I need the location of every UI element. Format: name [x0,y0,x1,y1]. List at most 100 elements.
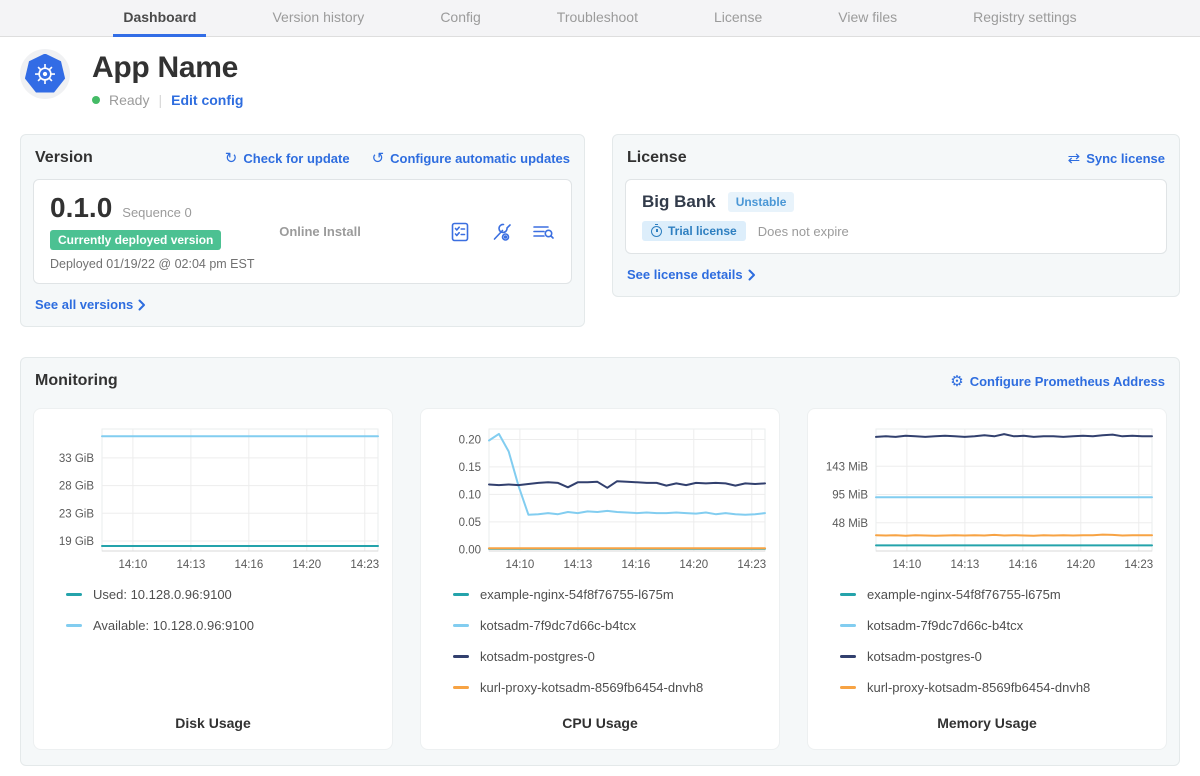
legend-swatch-icon [840,593,856,596]
svg-text:23 GiB: 23 GiB [59,508,94,520]
monitoring-title: Monitoring [35,372,118,390]
page-title: App Name [92,51,243,85]
svg-text:0.00: 0.00 [459,544,481,556]
svg-text:14:16: 14:16 [234,559,263,571]
preflight-checks-icon[interactable] [449,221,471,243]
svg-text:14:13: 14:13 [950,559,979,571]
tab-license[interactable]: License [704,0,772,37]
legend-label: kotsadm-postgres-0 [480,649,595,664]
legend-item: example-nginx-54f8f76755-l675m [453,587,767,602]
kubernetes-icon [25,54,66,95]
legend-swatch-icon [453,686,469,689]
gear-icon: ⚙ [950,374,963,389]
view-logs-icon[interactable] [531,221,555,243]
check-for-update-link[interactable]: ↻ Check for update [225,151,350,166]
svg-text:14:23: 14:23 [350,559,379,571]
current-version-card: 0.1.0 Sequence 0 Currently deployed vers… [33,179,572,284]
tab-troubleshoot[interactable]: Troubleshoot [547,0,648,37]
chart-title: Memory Usage [820,715,1154,733]
legend-item: kotsadm-7f9dc7d66c-b4tcx [453,618,767,633]
legend-swatch-icon [453,655,469,658]
legend-swatch-icon [840,624,856,627]
currently-deployed-badge: Currently deployed version [50,230,221,250]
legend-label: Available: 10.128.0.96:9100 [93,618,254,633]
deployed-timestamp: Deployed 01/19/22 @ 02:04 pm EST [50,257,279,271]
clock-refresh-icon: ↺ [372,151,385,166]
svg-text:95 MiB: 95 MiB [832,490,868,502]
version-number: 0.1.0 [50,192,112,224]
svg-text:14:20: 14:20 [292,559,321,571]
legend-label: example-nginx-54f8f76755-l675m [480,587,674,602]
version-sequence: Sequence 0 [122,205,191,220]
svg-text:48 MiB: 48 MiB [832,518,868,530]
legend-item: kotsadm-7f9dc7d66c-b4tcx [840,618,1154,633]
legend-swatch-icon [453,624,469,627]
refresh-icon: ↻ [225,151,238,166]
status-text: Ready [109,92,149,108]
install-type: Online Install [279,224,449,239]
monitoring-panel: Monitoring ⚙ Configure Prometheus Addres… [20,357,1180,766]
tab-registry-settings[interactable]: Registry settings [963,0,1086,37]
license-expiry: Does not expire [758,224,849,239]
see-license-details-link[interactable]: See license details [627,267,756,282]
sync-license-link[interactable]: ⇄ Sync license [1068,151,1165,166]
tab-config[interactable]: Config [430,0,490,37]
legend-item: kotsadm-postgres-0 [840,649,1154,664]
tab-dashboard[interactable]: Dashboard [113,0,206,37]
chevron-right-icon [748,269,756,281]
legend-label: example-nginx-54f8f76755-l675m [867,587,1061,602]
see-license-details-label: See license details [627,267,743,282]
svg-text:0.05: 0.05 [459,517,481,529]
customer-name: Big Bank [642,192,716,212]
legend-item: example-nginx-54f8f76755-l675m [840,587,1154,602]
svg-text:14:16: 14:16 [1008,559,1037,571]
cpu-usage-chart: 14:1014:1314:1614:2014:230.000.050.100.1… [433,421,769,579]
memory-usage-legend: example-nginx-54f8f76755-l675m kotsadm-7f… [820,587,1154,711]
svg-text:33 GiB: 33 GiB [59,453,94,465]
status-dot [92,96,100,104]
legend-item: kurl-proxy-kotsadm-8569fb6454-dnvh8 [453,680,767,695]
config-wrench-icon[interactable] [489,221,513,243]
legend-item: Available: 10.128.0.96:9100 [66,618,380,633]
stopwatch-icon [651,226,662,237]
legend-item: Used: 10.128.0.96:9100 [66,587,380,602]
tab-view-files[interactable]: View files [828,0,907,37]
license-card: Big Bank Unstable Trial license Does not… [625,179,1167,254]
legend-label: kurl-proxy-kotsadm-8569fb6454-dnvh8 [867,680,1090,695]
chart-title: CPU Usage [433,715,767,733]
legend-swatch-icon [453,593,469,596]
svg-text:28 GiB: 28 GiB [59,481,94,493]
svg-text:14:10: 14:10 [119,559,148,571]
edit-config-link[interactable]: Edit config [171,92,243,108]
memory-usage-chart: 14:1014:1314:1614:2014:2348 MiB95 MiB143… [820,421,1156,579]
license-panel: License ⇄ Sync license Big Bank Unstable… [612,134,1180,297]
legend-item: kurl-proxy-kotsadm-8569fb6454-dnvh8 [840,680,1154,695]
cpu-usage-chart-card: 14:1014:1314:1614:2014:230.000.050.100.1… [420,408,780,750]
legend-label: kotsadm-7f9dc7d66c-b4tcx [867,618,1023,633]
version-panel-title: Version [35,149,93,167]
svg-text:0.15: 0.15 [459,462,481,474]
see-all-versions-link[interactable]: See all versions [35,297,146,312]
divider: | [158,92,162,108]
svg-text:14:10: 14:10 [506,559,535,571]
trial-license-label: Trial license [668,224,737,238]
check-for-update-label: Check for update [243,151,349,166]
svg-text:14:23: 14:23 [737,559,766,571]
chevron-right-icon [138,299,146,311]
see-all-versions-label: See all versions [35,297,133,312]
svg-text:14:20: 14:20 [1066,559,1095,571]
legend-label: kotsadm-7f9dc7d66c-b4tcx [480,618,636,633]
disk-usage-chart: 14:1014:1314:1614:2014:2319 GiB23 GiB28 … [46,421,382,579]
svg-text:19 GiB: 19 GiB [59,536,94,548]
tab-version-history[interactable]: Version history [262,0,374,37]
disk-usage-legend: Used: 10.128.0.96:9100 Available: 10.128.… [46,587,380,649]
legend-swatch-icon [66,593,82,596]
svg-text:14:10: 14:10 [893,559,922,571]
version-panel: Version ↻ Check for update ↺ Configure a… [20,134,585,327]
legend-swatch-icon [840,655,856,658]
configure-prometheus-link[interactable]: ⚙ Configure Prometheus Address [950,374,1165,389]
configure-automatic-updates-label: Configure automatic updates [390,151,570,166]
legend-label: kotsadm-postgres-0 [867,649,982,664]
configure-automatic-updates-link[interactable]: ↺ Configure automatic updates [372,151,570,166]
legend-label: Used: 10.128.0.96:9100 [93,587,232,602]
